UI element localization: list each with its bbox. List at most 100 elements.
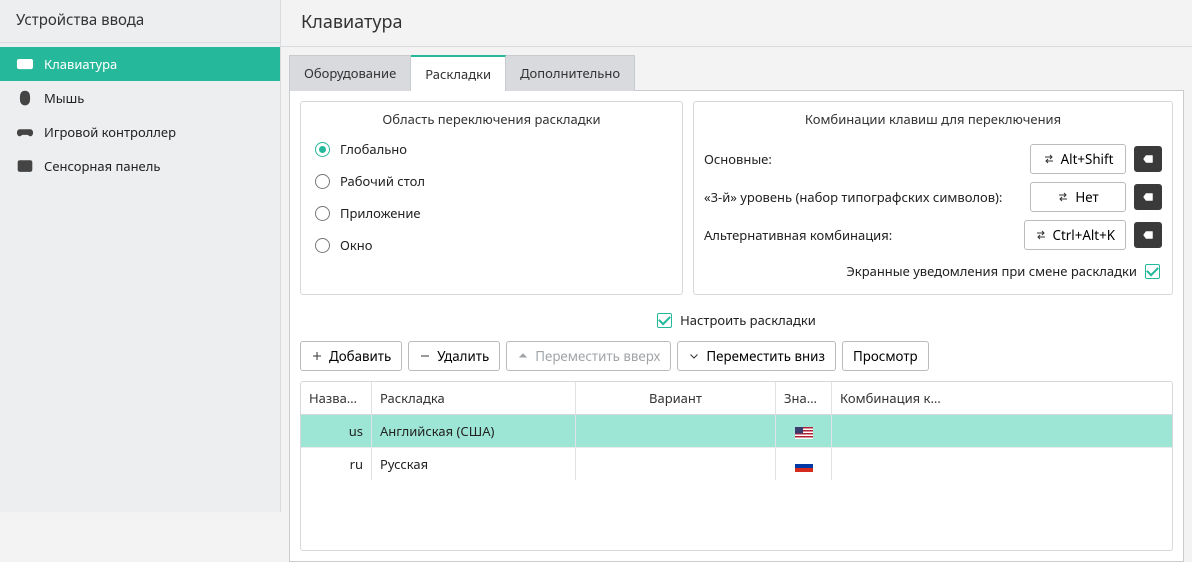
td-layout: Английская (США) (371, 415, 575, 447)
remove-label: Удалить (437, 347, 489, 365)
th-layout[interactable]: Раскладка (371, 382, 575, 414)
layout-action-buttons: Добавить Удалить Переместить вверх Перем… (300, 341, 1173, 371)
radio-label: Приложение (340, 204, 421, 222)
top-row: Область переключения раскладки Глобально… (300, 101, 1173, 295)
sidebar-items: Клавиатура Мышь Игровой контроллер Сенсо… (0, 43, 280, 183)
shortcuts-title: Комбинации клавиш для переключения (694, 102, 1172, 140)
td-layout: Русская (371, 448, 575, 480)
keyboard-icon (16, 55, 34, 73)
swap-icon (1035, 229, 1047, 241)
radio-global[interactable]: Глобально (315, 140, 668, 158)
chevron-up-icon (517, 350, 529, 362)
shortcut-alt-button[interactable]: Ctrl+Alt+K (1024, 220, 1126, 250)
main-panel: Клавиатура Оборудование Раскладки Дополн… (281, 0, 1192, 512)
shortcut-third-clear-button[interactable] (1134, 184, 1162, 210)
move-up-label: Переместить вверх (535, 347, 660, 365)
tabbar-spacer (635, 55, 1184, 91)
flag-us-icon (795, 427, 813, 439)
preview-button[interactable]: Просмотр (842, 341, 929, 371)
radio-app[interactable]: Приложение (315, 204, 668, 222)
td-shortcut (831, 415, 953, 447)
tabbar: Оборудование Раскладки Дополнительно (289, 55, 1184, 91)
groupbox-shortcuts: Комбинации клавиш для переключения Основ… (693, 101, 1173, 295)
swap-icon (1057, 191, 1069, 203)
shortcut-third-value: Нет (1075, 188, 1098, 206)
shortcut-main-button[interactable]: Alt+Shift (1030, 144, 1126, 174)
td-flag (775, 415, 831, 447)
add-layout-button[interactable]: Добавить (300, 341, 402, 371)
shortcut-alt-label: Альтернативная комбинация: (704, 226, 1016, 244)
shortcut-main-value: Alt+Shift (1061, 150, 1114, 168)
move-down-label: Переместить вниз (706, 347, 825, 365)
radio-window[interactable]: Окно (315, 236, 668, 254)
td-code: us (301, 415, 371, 447)
plus-icon (311, 350, 323, 362)
configure-layouts-checkbox[interactable] (657, 313, 672, 328)
switch-area-radios: Глобально Рабочий стол Приложение Окно (301, 140, 682, 268)
radio-dot-icon (315, 238, 330, 253)
td-variant (575, 448, 775, 480)
shortcut-row-main: Основные: Alt+Shift (704, 144, 1162, 174)
radio-desktop[interactable]: Рабочий стол (315, 172, 668, 190)
table-row[interactable]: ru Русская (301, 447, 1172, 480)
backspace-icon (1142, 153, 1154, 165)
radio-label: Рабочий стол (340, 172, 425, 190)
sidebar-item-keyboard[interactable]: Клавиатура (0, 47, 280, 81)
th-code[interactable]: Название (301, 382, 371, 414)
shortcuts-rows: Основные: Alt+Shift «3-й» уровень (набор… (694, 140, 1172, 294)
tab-layouts[interactable]: Раскладки (411, 55, 506, 91)
layouts-table: Название Раскладка Вариант Значок Комбин… (300, 381, 1173, 551)
th-shortcut[interactable]: Комбинация клавиш (831, 382, 953, 414)
osd-checkbox-row: Экранные уведомления при смене раскладки (704, 258, 1162, 284)
tab-hardware[interactable]: Оборудование (289, 55, 411, 91)
add-label: Добавить (329, 347, 391, 365)
shortcut-third-label: «3-й» уровень (набор типографских символ… (704, 188, 1022, 206)
switch-area-title: Область переключения раскладки (301, 102, 682, 140)
sidebar: Устройства ввода Клавиатура Мышь Игровой… (0, 0, 281, 512)
move-up-button[interactable]: Переместить вверх (506, 341, 671, 371)
groupbox-switch-area: Область переключения раскладки Глобально… (300, 101, 683, 295)
tab-advanced[interactable]: Дополнительно (506, 55, 635, 91)
osd-label: Экранные уведомления при смене раскладки (846, 262, 1137, 280)
touchpad-icon (16, 157, 34, 175)
th-flag[interactable]: Значок (775, 382, 831, 414)
radio-dot-icon (315, 206, 330, 221)
flag-ru-icon (795, 460, 813, 472)
radio-label: Глобально (340, 140, 407, 158)
shortcut-alt-value: Ctrl+Alt+K (1053, 226, 1115, 244)
remove-layout-button[interactable]: Удалить (408, 341, 500, 371)
shortcut-third-button[interactable]: Нет (1030, 182, 1126, 212)
preview-label: Просмотр (853, 347, 918, 365)
td-flag (775, 448, 831, 480)
sidebar-item-touchpad[interactable]: Сенсорная панель (0, 149, 280, 183)
chevron-down-icon (688, 350, 700, 362)
sidebar-item-label: Клавиатура (44, 55, 117, 73)
shortcut-main-clear-button[interactable] (1134, 146, 1162, 172)
radio-dot-icon (315, 174, 330, 189)
move-down-button[interactable]: Переместить вниз (677, 341, 836, 371)
sidebar-item-mouse[interactable]: Мышь (0, 81, 280, 115)
shortcut-row-alt: Альтернативная комбинация: Ctrl+Alt+K (704, 220, 1162, 250)
sidebar-title: Устройства ввода (0, 0, 280, 43)
table-empty-area (301, 480, 1172, 550)
radio-dot-icon (315, 142, 330, 157)
configure-layouts-row: Настроить раскладки (300, 305, 1173, 331)
backspace-icon (1142, 191, 1154, 203)
shortcut-row-third: «3-й» уровень (набор типографских символ… (704, 182, 1162, 212)
tab-body: Область переключения раскладки Глобально… (289, 91, 1184, 562)
shortcut-alt-clear-button[interactable] (1134, 222, 1162, 248)
gamepad-icon (16, 123, 34, 141)
th-variant[interactable]: Вариант (575, 382, 775, 414)
table-row[interactable]: us Английская (США) (301, 415, 1172, 447)
swap-icon (1043, 153, 1055, 165)
page-title: Клавиатура (281, 0, 1192, 47)
sidebar-item-label: Игровой контроллер (44, 123, 176, 141)
td-shortcut (831, 448, 953, 480)
sidebar-item-label: Сенсорная панель (44, 157, 160, 175)
sidebar-item-label: Мышь (44, 89, 84, 107)
minus-icon (419, 350, 431, 362)
sidebar-item-gamepad[interactable]: Игровой контроллер (0, 115, 280, 149)
backspace-icon (1142, 229, 1154, 241)
table-header: Название Раскладка Вариант Значок Комбин… (301, 382, 1172, 415)
osd-checkbox[interactable] (1145, 264, 1160, 279)
